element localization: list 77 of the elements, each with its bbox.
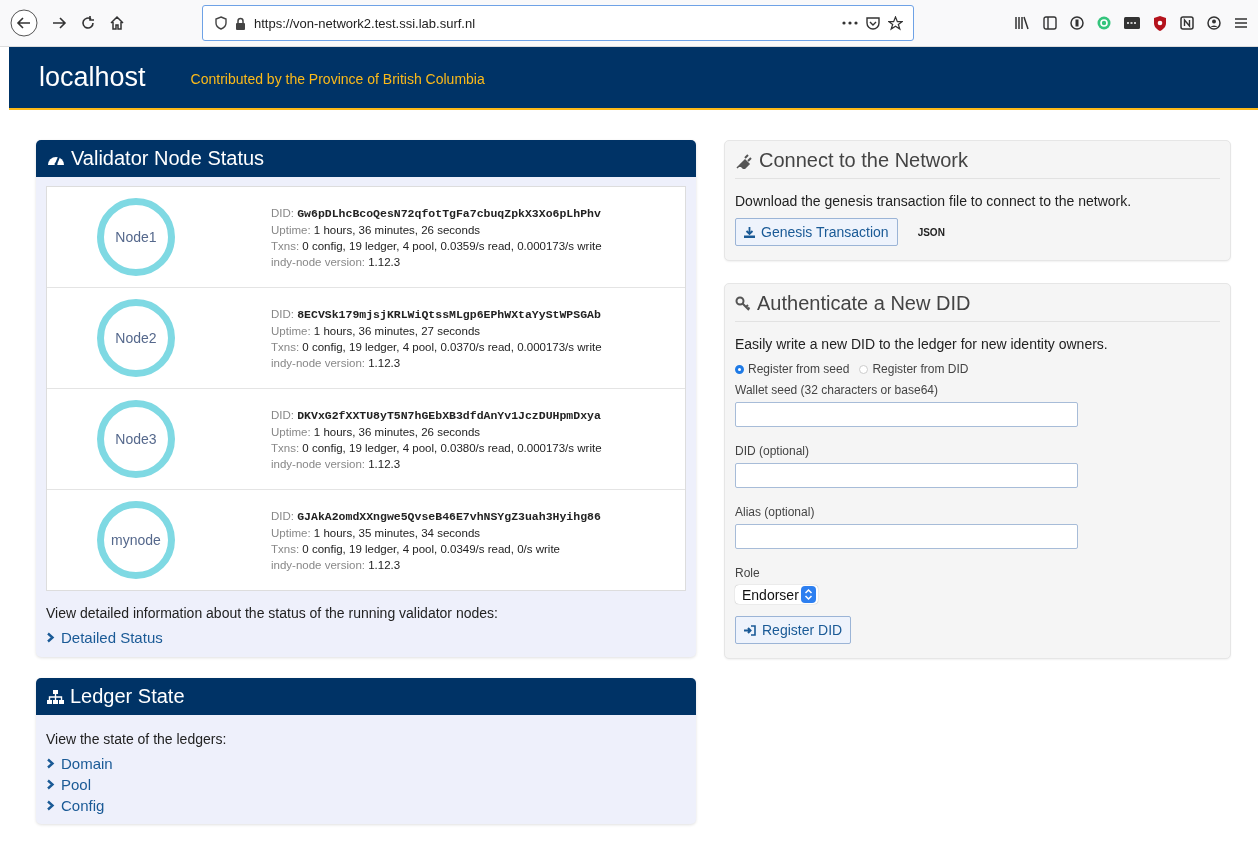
field-label: DID (optional)	[735, 444, 811, 458]
node-status-ring: Node1	[97, 198, 175, 276]
radio-option[interactable]: Register from seed	[735, 362, 850, 376]
ledger-link[interactable]: Pool	[46, 776, 92, 793]
site-title[interactable]: localhost	[39, 62, 146, 93]
genesis-transaction-button[interactable]: Genesis Transaction	[735, 218, 898, 246]
account-icon[interactable]	[1207, 16, 1221, 30]
select-arrows-icon	[800, 586, 816, 603]
node-detail: indy-node version: 1.12.3	[271, 557, 402, 572]
radio-button[interactable]	[735, 364, 744, 374]
panel-title: Validator Node Status	[71, 147, 265, 170]
node-detail: Txns: 0 config, 19 ledger, 4 pool, 0.0380/s read, 0.000173/s write	[271, 440, 602, 455]
address-bar[interactable]: https://von-network2.test.ssi.lab.surf.nl	[202, 5, 914, 41]
sidebar-icon[interactable]	[1043, 16, 1057, 30]
panel-description: Download the genesis transaction file to connect to the network.	[735, 193, 1133, 209]
node-detail: Txns: 0 config, 19 ledger, 4 pool, 0.0359/s read, 0.000173/s write	[271, 238, 602, 253]
panel-title: Connect to the Network	[759, 149, 968, 172]
node-detail: Uptime: 1 hours, 35 minutes, 34 seconds	[271, 525, 482, 540]
json-link[interactable]: JSON	[917, 226, 945, 238]
ledger-link[interactable]: Domain	[46, 755, 113, 772]
sign-in-icon	[744, 624, 756, 636]
node-detail: DID: GJAkA2omdXXngwe5QvseB46E7vhNSYgZ3uah3Hyihg86	[271, 508, 601, 524]
lock-icon	[235, 16, 246, 30]
node-detail: indy-node version: 1.12.3	[271, 254, 402, 269]
plug-icon	[735, 152, 753, 169]
input-field[interactable]	[735, 524, 1078, 549]
field-label: Alias (optional)	[735, 505, 816, 519]
node-detail: Uptime: 1 hours, 36 minutes, 27 seconds	[271, 323, 482, 338]
shield-icon	[215, 16, 227, 30]
node-detail: indy-node version: 1.12.3	[271, 355, 402, 370]
node-detail: DID: 8ECVSk179mjsjKRLWiQtssMLgp6EPhWXtaYyStWPSGAb	[271, 306, 602, 322]
chevron-right-icon	[46, 779, 55, 790]
pocket-icon[interactable]	[866, 16, 880, 30]
download-icon	[744, 226, 755, 238]
key-icon	[735, 295, 751, 312]
more-icon[interactable]	[842, 21, 858, 25]
site-subtitle: Contributed by the Province of British Columbia	[190, 70, 485, 87]
panel-title: Authenticate a New DID	[757, 292, 971, 315]
ledger-link[interactable]: Config	[46, 797, 105, 814]
forward-icon[interactable]	[51, 15, 67, 31]
node-detail: Uptime: 1 hours, 36 minutes, 26 seconds	[271, 424, 482, 439]
radio-button[interactable]	[859, 364, 869, 374]
node-detail: DID: DKVxG2fXXTU8yT5N7hGEbXB3dfdAnYv1JczDUHpmDxya	[271, 407, 602, 423]
node-detail: Txns: 0 config, 19 ledger, 4 pool, 0.0370/s read, 0.000173/s write	[271, 339, 602, 354]
panel-description: View detailed information about the status of the running validator nodes:	[46, 605, 499, 621]
chevron-right-icon	[46, 800, 55, 811]
sitemap-icon	[47, 689, 64, 704]
radio-option[interactable]: Register from DID	[859, 362, 969, 376]
node-detail: Txns: 0 config, 19 ledger, 4 pool, 0.0349/s read, 0/s write	[271, 541, 561, 556]
star-icon[interactable]	[888, 15, 903, 31]
reload-icon[interactable]	[80, 15, 96, 31]
node-detail: indy-node version: 1.12.3	[271, 456, 402, 471]
home-icon[interactable]	[109, 15, 125, 31]
detailed-status-link[interactable]: Detailed Status	[46, 629, 163, 646]
library-icon[interactable]	[1014, 16, 1030, 30]
node-status-ring: Node3	[97, 400, 175, 478]
node-status-ring: mynode	[97, 501, 175, 579]
node-detail: Uptime: 1 hours, 36 minutes, 26 seconds	[271, 222, 482, 237]
field-label: Wallet seed (32 characters or base64)	[735, 383, 939, 397]
node-status-ring: Node2	[97, 299, 175, 377]
menu-icon[interactable]	[1234, 17, 1248, 29]
panel-description: View the state of the ledgers:	[46, 731, 228, 747]
extension-icon[interactable]	[1124, 16, 1140, 30]
node-detail: DID: Gw6pDLhcBcoQesN72qfotTgFa7cbuqZpkX3Xo6pLhPhv	[271, 205, 602, 221]
shield-icon[interactable]	[1153, 15, 1167, 31]
input-field[interactable]	[735, 463, 1078, 488]
role-select[interactable]: Endorser	[735, 585, 818, 604]
register-did-button[interactable]: Register DID	[735, 616, 852, 644]
panel-title: Ledger State	[70, 685, 185, 708]
extension-icon[interactable]	[1070, 16, 1084, 30]
chevron-right-icon	[46, 758, 55, 769]
back-icon[interactable]	[10, 9, 38, 37]
extension-icon[interactable]	[1180, 16, 1194, 30]
input-field[interactable]	[735, 402, 1078, 427]
field-label: Role	[735, 566, 761, 580]
chevron-right-icon	[46, 632, 55, 643]
panel-description: Easily write a new DID to the ledger for new identity owners.	[735, 336, 1109, 352]
